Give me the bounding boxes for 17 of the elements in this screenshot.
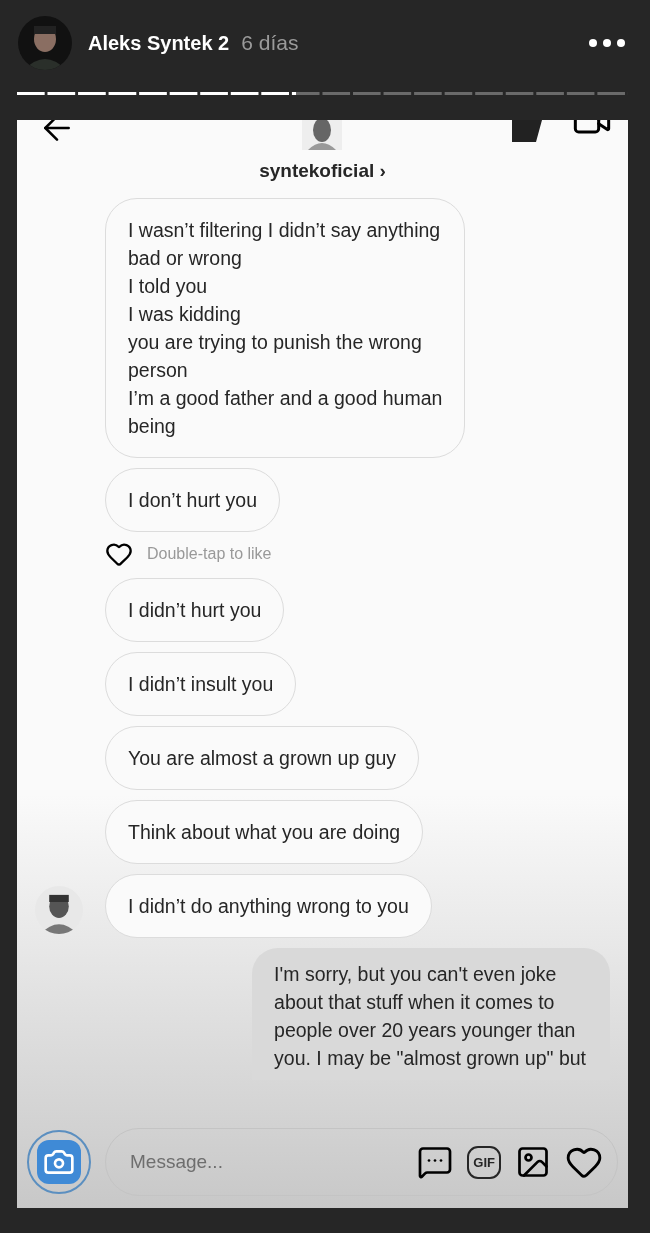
message-bubble: Think about what you are doing bbox=[105, 800, 424, 864]
message-bubble: I didn’t insult you bbox=[105, 652, 297, 716]
gif-button[interactable]: GIF bbox=[467, 1145, 501, 1179]
image-icon[interactable] bbox=[515, 1144, 551, 1180]
chat-icon[interactable] bbox=[417, 1144, 454, 1180]
message-bubble: I wasn’t filtering I didn’t say anything bad or wrong I told you I was kidding you are trying to punish the wrong person I’m a good father and a good human being bbox=[105, 198, 466, 458]
story-age: 6 días bbox=[241, 31, 299, 55]
more-icon[interactable] bbox=[588, 38, 626, 48]
author-name[interactable]: Aleks Syntek 2 bbox=[88, 31, 230, 55]
message-bubble: You are almost a grown up guy bbox=[105, 726, 420, 790]
chat-username[interactable]: syntekoficial › bbox=[17, 160, 628, 182]
message-bubble: I didn’t do anything wrong to you bbox=[105, 874, 432, 938]
heart-icon[interactable] bbox=[105, 540, 133, 568]
like-hint: Double-tap to like bbox=[147, 545, 272, 563]
message-bubble: I didn’t hurt you bbox=[105, 578, 285, 642]
message-bubble: I don’t hurt you bbox=[105, 468, 280, 532]
camera-button[interactable] bbox=[27, 1130, 91, 1194]
